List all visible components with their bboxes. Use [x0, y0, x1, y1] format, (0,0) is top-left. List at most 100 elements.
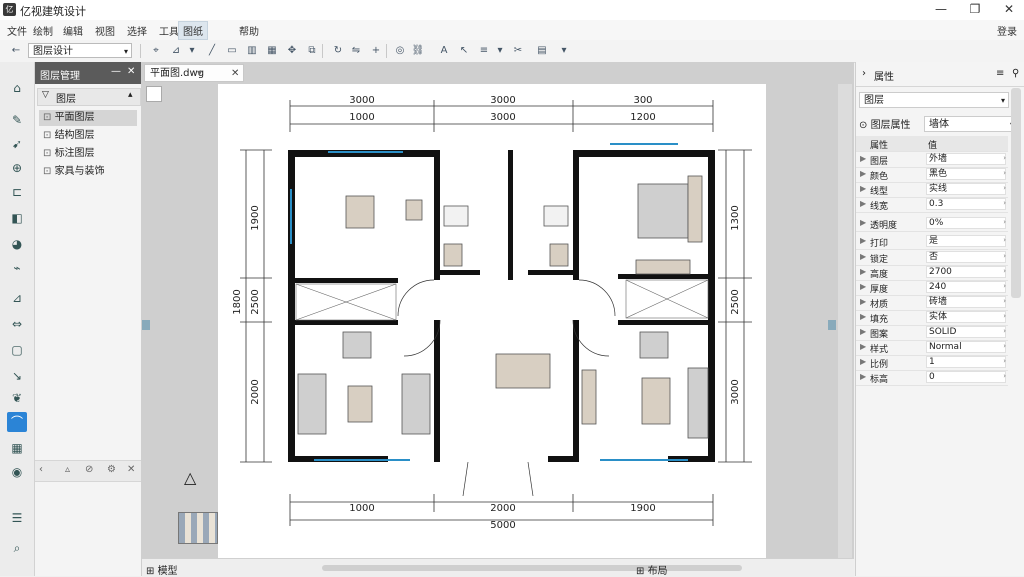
vertical-scrollbar[interactable]: [838, 84, 852, 558]
chevron-left-icon[interactable]: ‹: [39, 464, 43, 475]
frame-icon[interactable]: ▢: [7, 340, 27, 360]
rect-tool-icon[interactable]: ▭: [224, 43, 240, 59]
property-row[interactable]: ▶ 颜色 黑色 ›: [856, 167, 1008, 183]
property-row[interactable]: ▶ 填充 实体 ›: [856, 310, 1008, 326]
align-tool-icon[interactable]: ≡: [476, 43, 492, 59]
rotate-tool-icon[interactable]: ↻: [330, 43, 346, 59]
property-value[interactable]: 黑色: [926, 168, 1006, 180]
property-value[interactable]: Normal: [926, 341, 1006, 353]
mirror-tool-icon[interactable]: ⇋: [348, 43, 364, 59]
layer-item[interactable]: ⊡ 家具与装饰: [39, 164, 137, 180]
add-icon[interactable]: +: [368, 43, 384, 59]
property-row[interactable]: ▶ 样式 Normal ›: [856, 340, 1008, 356]
leaf-icon[interactable]: ❦: [7, 388, 27, 408]
zoom-icon[interactable]: ⊕: [7, 158, 27, 178]
layers-icon[interactable]: ▤: [534, 43, 550, 59]
close-icon[interactable]: ✕: [231, 65, 239, 83]
layer-filter-select[interactable]: 墙体 ▾: [924, 116, 1018, 132]
property-row[interactable]: ▶ 厚度 240 ›: [856, 280, 1008, 296]
expand-icon[interactable]: ›: [862, 68, 866, 79]
layer-section-header[interactable]: ▽ 图层 ▴: [37, 88, 141, 106]
brush-icon[interactable]: ⌁: [7, 258, 27, 278]
menu-draw[interactable]: 绘制: [30, 23, 56, 38]
chevron-down-icon[interactable]: ▾: [556, 43, 572, 59]
close-icon[interactable]: ✕: [127, 464, 135, 475]
layer-select[interactable]: 图层设计 ▾: [28, 43, 132, 58]
delete-icon[interactable]: ⊘: [85, 464, 93, 475]
property-row[interactable]: ▶ 高度 2700 ›: [856, 265, 1008, 281]
settings-icon[interactable]: ⚙: [107, 464, 116, 475]
hatch-tool-icon[interactable]: ▦: [264, 43, 280, 59]
trim-tool-icon[interactable]: ✂: [510, 43, 526, 59]
chevron-down-icon[interactable]: ▾: [492, 43, 508, 59]
copy-tool-icon[interactable]: ⧉: [304, 43, 320, 59]
property-row[interactable]: ▶ 图案 SOLID ›: [856, 325, 1008, 341]
menu-drawings[interactable]: 图纸: [178, 21, 208, 40]
property-value[interactable]: 0.3: [926, 198, 1006, 210]
close-button[interactable]: ✕: [994, 0, 1024, 20]
property-row[interactable]: ▶ 图层 外墙 ›: [856, 152, 1008, 168]
property-row[interactable]: ▶ 锁定否 ›: [856, 250, 1008, 266]
menu-icon[interactable]: ≡: [996, 68, 1004, 79]
chevron-down-icon[interactable]: ▾: [184, 43, 200, 59]
property-value[interactable]: SOLID: [926, 326, 1006, 338]
login-link[interactable]: 登录: [994, 23, 1020, 38]
layer-item[interactable]: ⊡ 标注图层: [39, 146, 137, 162]
menu-edit[interactable]: 编辑: [60, 23, 86, 38]
property-value[interactable]: 砖墙: [926, 296, 1006, 308]
filter-icon[interactable]: ⚲: [1012, 68, 1019, 79]
pointer-icon[interactable]: ➹: [7, 134, 27, 154]
property-value[interactable]: 1: [926, 356, 1006, 368]
menu-help[interactable]: 帮助: [236, 23, 262, 38]
horizontal-scrollbar[interactable]: [322, 565, 742, 571]
triangle-icon[interactable]: ▵: [65, 464, 70, 475]
view-cube-icon[interactable]: [178, 512, 218, 544]
property-value[interactable]: 外墙: [926, 153, 1006, 165]
link-tool-icon[interactable]: ⛓: [410, 43, 426, 59]
pencil-icon[interactable]: ✎: [7, 110, 27, 130]
line-tool-icon[interactable]: ╱: [204, 43, 220, 59]
menu-select[interactable]: 选择: [124, 23, 150, 38]
model-tab[interactable]: ⊞ 模型: [146, 562, 178, 577]
layout-tab[interactable]: ⊞ 布局: [636, 562, 668, 577]
color-wheel-icon[interactable]: ◕: [7, 234, 27, 254]
property-row[interactable]: ▶ 线宽 0.3 ›: [856, 197, 1008, 213]
properties-scrollbar[interactable]: [1011, 88, 1021, 298]
layer-item[interactable]: ⊡ 平面图层: [39, 110, 137, 126]
property-value[interactable]: 是: [926, 235, 1006, 247]
home-icon[interactable]: ⌂: [7, 78, 27, 98]
property-row[interactable]: ▶ 打印是 ›: [856, 234, 1008, 250]
wall-tool-icon[interactable]: ▥: [244, 43, 260, 59]
property-value[interactable]: 实体: [926, 311, 1006, 323]
property-value[interactable]: 实线: [926, 183, 1006, 195]
property-row[interactable]: ▶ 标高 0 ›: [856, 370, 1008, 386]
property-row[interactable]: ▶ 线型 实线 ›: [856, 182, 1008, 198]
arc-icon[interactable]: ⌒: [7, 412, 27, 432]
property-row[interactable]: ▶ 材质 砖墙 ›: [856, 295, 1008, 311]
close-icon[interactable]: ✕: [127, 66, 135, 77]
property-row[interactable]: ▶ 比例 1 ›: [856, 355, 1008, 371]
window-icon[interactable]: ◧: [7, 208, 27, 228]
layout-checkbox[interactable]: [146, 86, 162, 102]
property-row[interactable]: ▶ 透明度 0% ›: [856, 216, 1008, 232]
layer-item[interactable]: ⊡ 结构图层: [39, 128, 137, 144]
text-tool-icon[interactable]: A: [436, 43, 452, 59]
list-icon[interactable]: ☰: [7, 508, 27, 528]
minimize-button[interactable]: —: [926, 0, 956, 20]
property-value[interactable]: 2700: [926, 266, 1006, 278]
eye-icon[interactable]: ◉: [7, 462, 27, 482]
search-icon[interactable]: ⌕: [7, 538, 27, 558]
menu-view[interactable]: 视图: [92, 23, 118, 38]
property-value[interactable]: 240: [926, 281, 1006, 293]
cursor-tool-icon[interactable]: ↖: [456, 43, 472, 59]
type-select[interactable]: 图层 ▾: [859, 92, 1009, 108]
stair-icon[interactable]: ⊿: [7, 288, 27, 308]
property-value[interactable]: 0: [926, 371, 1006, 383]
dimension-icon[interactable]: ⇔: [7, 314, 27, 334]
snap-tool-icon[interactable]: ◎: [392, 43, 408, 59]
measure-tool-icon[interactable]: ⊿: [168, 43, 184, 59]
property-value[interactable]: 0%: [926, 217, 1006, 229]
grid-icon[interactable]: ▦: [7, 438, 27, 458]
tab-document[interactable]: 平面图.dwg ▾ ✕: [144, 64, 244, 82]
maximize-button[interactable]: ❐: [960, 0, 990, 20]
